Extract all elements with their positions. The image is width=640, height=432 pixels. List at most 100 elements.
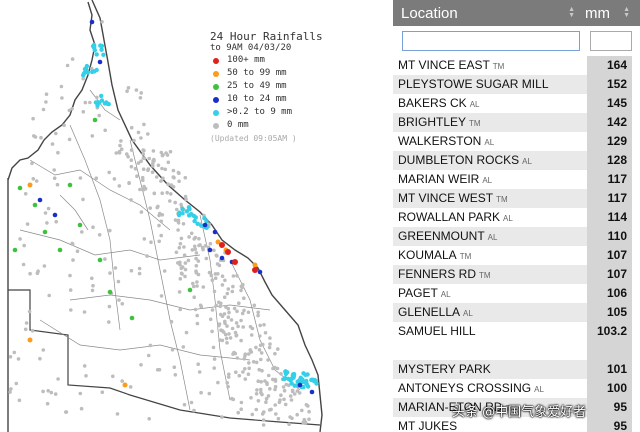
station-dot — [172, 365, 177, 370]
table-row[interactable]: ANTONEYS CROSSING AL 100 — [393, 379, 640, 398]
station-dot — [44, 100, 48, 104]
station-dot — [176, 228, 180, 232]
station-dot — [169, 192, 173, 196]
table-row[interactable]: KOUMALA TM 107 — [393, 246, 640, 265]
station-dot — [226, 315, 231, 320]
station-dot — [141, 148, 145, 152]
sort-icon[interactable]: ▲ ▼ — [568, 6, 575, 19]
station-dot — [171, 185, 176, 189]
table-row[interactable]: FENNERS RD TM 107 — [393, 265, 640, 284]
location-filter-input[interactable] — [402, 31, 580, 51]
station-dot — [141, 167, 146, 171]
station-dot — [239, 284, 244, 289]
table-row[interactable]: SAMUEL HILL 103.2 — [393, 322, 640, 360]
station-dot — [160, 213, 165, 217]
station-dot — [217, 263, 222, 268]
station-dot — [183, 274, 187, 279]
station-dot — [88, 100, 92, 105]
table-row[interactable]: ROWALLAN PARK AL 114 — [393, 208, 640, 227]
location-cell: WALKERSTON AL — [393, 132, 587, 151]
station-dot — [45, 401, 50, 406]
station-dot — [256, 310, 261, 315]
station-dot — [142, 122, 146, 127]
station-type-suffix: AL — [522, 157, 532, 166]
station-dot — [85, 70, 91, 75]
rainfall-mm-cell: 152 — [587, 75, 632, 94]
station-dot — [18, 237, 22, 241]
station-dot — [254, 407, 259, 412]
table-row[interactable]: BRIGHTLEY TM 142 — [393, 113, 640, 132]
legend-swatch — [213, 96, 219, 103]
table-row[interactable]: PAGET AL 106 — [393, 284, 640, 303]
station-dot — [204, 256, 209, 261]
map-legend: 24 Hour Rainfalls to 9AM 04/03/20 100+ m… — [210, 30, 323, 143]
station-dot — [225, 381, 229, 385]
location-name: MARIAN WEIR — [398, 172, 480, 186]
station-dot — [290, 373, 295, 378]
station-dot — [127, 181, 131, 185]
station-dot — [261, 423, 266, 427]
table-row[interactable]: MARIAN WEIR AL 117 — [393, 170, 640, 189]
station-dot — [268, 387, 272, 391]
legend-item: 10 to 24 mm — [210, 93, 323, 106]
mm-filter-input[interactable] — [590, 31, 632, 51]
station-type-suffix: TM — [492, 62, 505, 71]
station-dot — [241, 325, 245, 329]
station-dot — [150, 170, 155, 174]
station-dot — [100, 390, 105, 395]
location-name: GLENELLA — [398, 305, 461, 319]
rainfall-mm-cell: 101 — [587, 360, 632, 379]
station-dot — [208, 241, 213, 246]
station-dot — [257, 367, 262, 372]
location-name: FENNERS RD — [398, 267, 477, 281]
station-dot — [219, 301, 223, 306]
station-dot — [16, 357, 21, 361]
station-dot — [256, 399, 261, 403]
station-dot — [14, 381, 19, 386]
table-row[interactable]: BAKERS CK AL 145 — [393, 94, 640, 113]
station-dot — [115, 412, 120, 416]
station-dot — [187, 287, 193, 293]
station-dot — [226, 287, 231, 291]
station-dot — [269, 407, 273, 412]
station-dot — [248, 324, 253, 329]
station-dot — [35, 271, 40, 276]
station-dot — [139, 136, 143, 140]
station-dot — [252, 262, 258, 268]
location-column-header[interactable]: Location ▲ ▼ — [393, 5, 581, 22]
table-row[interactable]: WALKERSTON AL 129 — [393, 132, 640, 151]
table-row[interactable]: GLENELLA AL 105 — [393, 303, 640, 322]
station-dot — [173, 218, 178, 222]
station-dot — [52, 168, 56, 172]
station-type-suffix: AL — [534, 385, 544, 394]
station-dot — [27, 182, 33, 188]
station-dot — [288, 394, 293, 398]
station-dot — [57, 247, 63, 253]
station-dot — [225, 341, 229, 345]
mm-column-header[interactable]: mm ▲ ▼ — [581, 5, 632, 22]
location-cell: FENNERS RD TM — [393, 265, 587, 284]
station-dot — [281, 385, 286, 389]
table-row[interactable]: MT VINCE EAST TM 164 — [393, 56, 640, 75]
station-dot — [39, 135, 43, 140]
table-row[interactable]: PLEYSTOWE SUGAR MILL 152 — [393, 75, 640, 94]
table-row[interactable]: GREENMOUNT AL 110 — [393, 227, 640, 246]
table-row[interactable]: MYSTERY PARK 101 — [393, 360, 640, 379]
station-dot — [67, 182, 73, 188]
station-dot — [92, 69, 97, 74]
table-row[interactable]: MT VINCE WEST TM 117 — [393, 189, 640, 208]
station-dot — [122, 382, 128, 388]
sort-icon[interactable]: ▲ ▼ — [623, 6, 630, 19]
station-dot — [194, 264, 199, 268]
station-dot — [177, 179, 181, 184]
station-dot — [116, 279, 121, 284]
table-row[interactable]: DUMBLETON ROCKS AL 128 — [393, 151, 640, 170]
station-dot — [234, 321, 239, 325]
location-name: PAGET — [398, 286, 438, 300]
station-dot — [146, 132, 150, 136]
station-dot — [266, 358, 270, 362]
station-dot — [218, 312, 223, 317]
rainfall-mm-cell: 117 — [587, 189, 632, 208]
station-dot — [225, 249, 231, 255]
station-dot — [90, 43, 96, 49]
